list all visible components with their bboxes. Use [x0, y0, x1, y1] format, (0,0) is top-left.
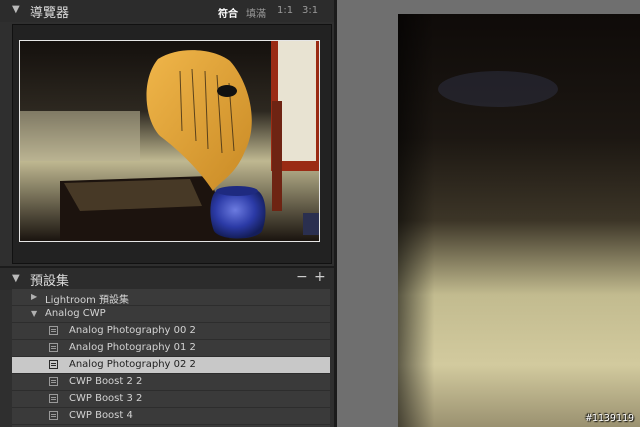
preset-label: CWP Boost 3 2	[69, 393, 143, 404]
navigator-header[interactable]: ▼ 導覽器 符合 填滿 1:1 3:1	[0, 0, 334, 22]
folder-label: Lightroom 預設集	[45, 295, 130, 306]
collapse-triangle-icon[interactable]: ▼	[12, 4, 20, 15]
preset-icon	[49, 360, 58, 369]
left-panel: ▼ 導覽器 符合 填滿 1:1 3:1 ▼ 預設集 − + ▶ Lightroo…	[0, 0, 334, 427]
preset-label: Analog Photography 02 2	[69, 359, 196, 370]
folder-label: Analog CWP	[45, 308, 106, 319]
preset-icon	[49, 343, 58, 352]
navigator-title: 導覽器	[30, 6, 70, 21]
preset-item[interactable]: Analog Photography 01 2	[12, 340, 330, 357]
presets-header[interactable]: ▼ 預設集 − +	[0, 268, 334, 290]
preset-label: CWP Boost 4	[69, 410, 133, 421]
preset-icon	[49, 326, 58, 335]
preset-item-selected[interactable]: Analog Photography 02 2	[12, 357, 330, 374]
zoom-fit-button[interactable]: 符合	[218, 5, 238, 20]
preset-label: Analog Photography 00 2	[69, 325, 196, 336]
preset-label: Analog Photography 01 2	[69, 342, 196, 353]
watermark-text: #1139119	[585, 413, 634, 424]
navigator-thumbnail-image[interactable]	[19, 40, 320, 242]
folder-expanded-icon[interactable]: ▼	[31, 309, 37, 318]
zoom-fill-button[interactable]: 填滿	[246, 5, 266, 20]
preset-item[interactable]: Analog Photography 00 2	[12, 323, 330, 340]
preset-item[interactable]: CWP Boost 2 2	[12, 374, 330, 391]
preset-item[interactable]: CWP Boost 4	[12, 408, 330, 425]
panel-resize-handle[interactable]	[334, 0, 337, 427]
preset-item[interactable]: CWP Boost 3 2	[12, 391, 330, 408]
still-life-photo	[20, 41, 319, 241]
zoom-3-1-button[interactable]: 3:1	[302, 5, 318, 16]
preset-label: CWP Boost 2 2	[69, 376, 143, 387]
zoom-1-1-button[interactable]: 1:1	[277, 5, 293, 16]
preset-icon	[49, 377, 58, 386]
collapse-triangle-icon[interactable]: ▼	[12, 273, 20, 284]
add-preset-button[interactable]: +	[314, 269, 326, 285]
preset-list: ▶ Lightroom 預設集 ▼ Analog CWP Analog Phot…	[12, 289, 330, 427]
zoomed-photo	[398, 14, 640, 427]
preset-icon	[49, 394, 58, 403]
preset-folder-analog-cwp[interactable]: ▼ Analog CWP	[12, 306, 330, 323]
preset-folder-lightroom[interactable]: ▶ Lightroom 預設集	[12, 289, 330, 306]
remove-preset-button[interactable]: −	[296, 269, 308, 285]
folder-collapsed-icon[interactable]: ▶	[31, 292, 37, 301]
preset-icon	[49, 411, 58, 420]
main-image-view[interactable]	[398, 14, 640, 427]
presets-title: 預設集	[30, 274, 70, 289]
